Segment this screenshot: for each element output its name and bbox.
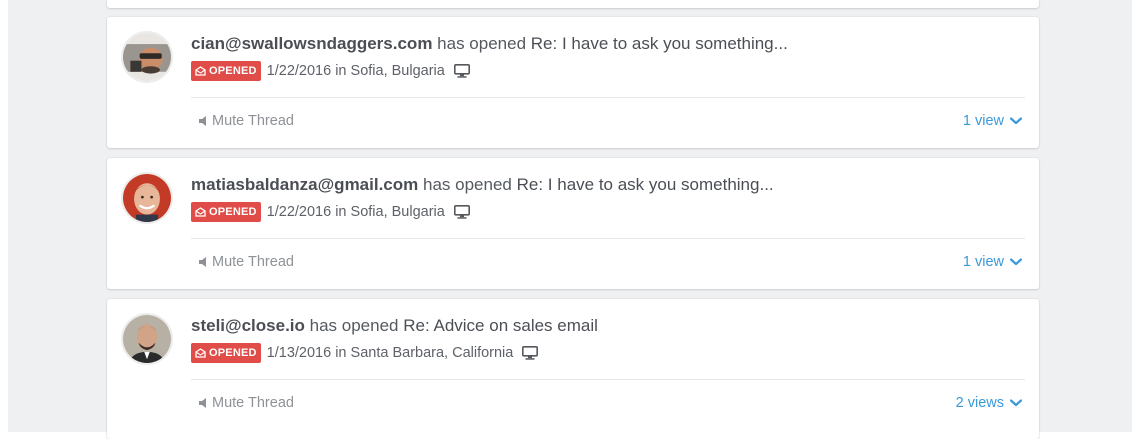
activity-headline: matiasbaldanza@gmail.com has opened Re: … [191, 175, 774, 195]
open-location: Sofia, Bulgaria [350, 63, 445, 79]
divider [191, 379, 1025, 380]
open-envelope-icon [195, 348, 206, 358]
open-date: 1/22/2016 [266, 204, 332, 220]
mute-thread-button[interactable]: Mute Thread [199, 253, 294, 271]
in-word: in [335, 63, 347, 79]
open-envelope-icon [195, 66, 206, 76]
opened-badge: OPENED [191, 343, 261, 363]
activity-meta: OPENED 1/22/2016 in Sofia, Bulgaria [191, 60, 470, 82]
views-count: 1 view [962, 113, 1004, 129]
chevron-down-icon [1010, 258, 1022, 266]
activity-card: steli@close.io has opened Re: Advice on … [107, 299, 1039, 439]
divider [191, 238, 1025, 239]
email-subject[interactable]: Re: I have to ask you something... [517, 175, 774, 194]
chevron-down-icon [1010, 117, 1022, 125]
speaker-icon [199, 116, 206, 126]
avatar[interactable] [121, 172, 173, 224]
activity-feed: cian@swallowsndaggers.com has opened Re:… [8, 0, 1132, 439]
desktop-icon [522, 346, 539, 360]
views-toggle[interactable]: 1 view [963, 112, 1022, 130]
email-subject[interactable]: Re: Advice on sales email [403, 316, 598, 335]
opened-badge-label: OPENED [209, 206, 257, 218]
in-word: in [335, 345, 347, 361]
opened-badge: OPENED [191, 61, 261, 81]
speaker-icon [199, 398, 206, 408]
email-subject[interactable]: Re: I have to ask you something... [531, 34, 788, 53]
activity-card: cian@swallowsndaggers.com has opened Re:… [107, 17, 1039, 148]
previous-activity-card [107, 0, 1039, 8]
views-count: 2 views [955, 395, 1004, 411]
desktop-icon [453, 205, 470, 219]
contact-email[interactable]: cian@swallowsndaggers.com [191, 34, 432, 53]
opened-badge-label: OPENED [209, 65, 257, 77]
avatar[interactable] [121, 31, 173, 83]
mute-thread-button[interactable]: Mute Thread [199, 112, 294, 130]
open-location: Santa Barbara, California [350, 345, 514, 361]
views-toggle[interactable]: 1 view [963, 253, 1022, 271]
mute-thread-label: Mute Thread [212, 395, 294, 411]
action-text: has opened [423, 175, 512, 194]
activity-headline: steli@close.io has opened Re: Advice on … [191, 316, 598, 336]
activity-meta: OPENED 1/22/2016 in Sofia, Bulgaria [191, 201, 470, 223]
chevron-down-icon [1010, 399, 1022, 407]
open-date: 1/22/2016 [266, 63, 332, 79]
mute-thread-label: Mute Thread [212, 113, 294, 129]
opened-badge: OPENED [191, 202, 261, 222]
action-text: has opened [309, 316, 399, 335]
mute-thread-label: Mute Thread [212, 254, 294, 270]
opened-badge-label: OPENED [209, 347, 257, 359]
open-location: Sofia, Bulgaria [350, 204, 445, 220]
avatar[interactable] [121, 313, 173, 365]
contact-email[interactable]: steli@close.io [191, 316, 305, 335]
divider [191, 97, 1025, 98]
mute-thread-button[interactable]: Mute Thread [199, 394, 294, 412]
contact-email[interactable]: matiasbaldanza@gmail.com [191, 175, 418, 194]
open-envelope-icon [195, 207, 206, 217]
views-toggle[interactable]: 2 views [956, 394, 1022, 412]
desktop-icon [453, 64, 470, 78]
action-text: has opened [437, 34, 527, 53]
in-word: in [335, 204, 347, 220]
speaker-icon [199, 257, 206, 267]
open-date: 1/13/2016 [266, 345, 332, 361]
views-count: 1 view [962, 254, 1004, 270]
activity-meta: OPENED 1/13/2016 in Santa Barbara, Calif… [191, 342, 539, 364]
activity-headline: cian@swallowsndaggers.com has opened Re:… [191, 34, 788, 54]
activity-card: matiasbaldanza@gmail.com has opened Re: … [107, 158, 1039, 289]
